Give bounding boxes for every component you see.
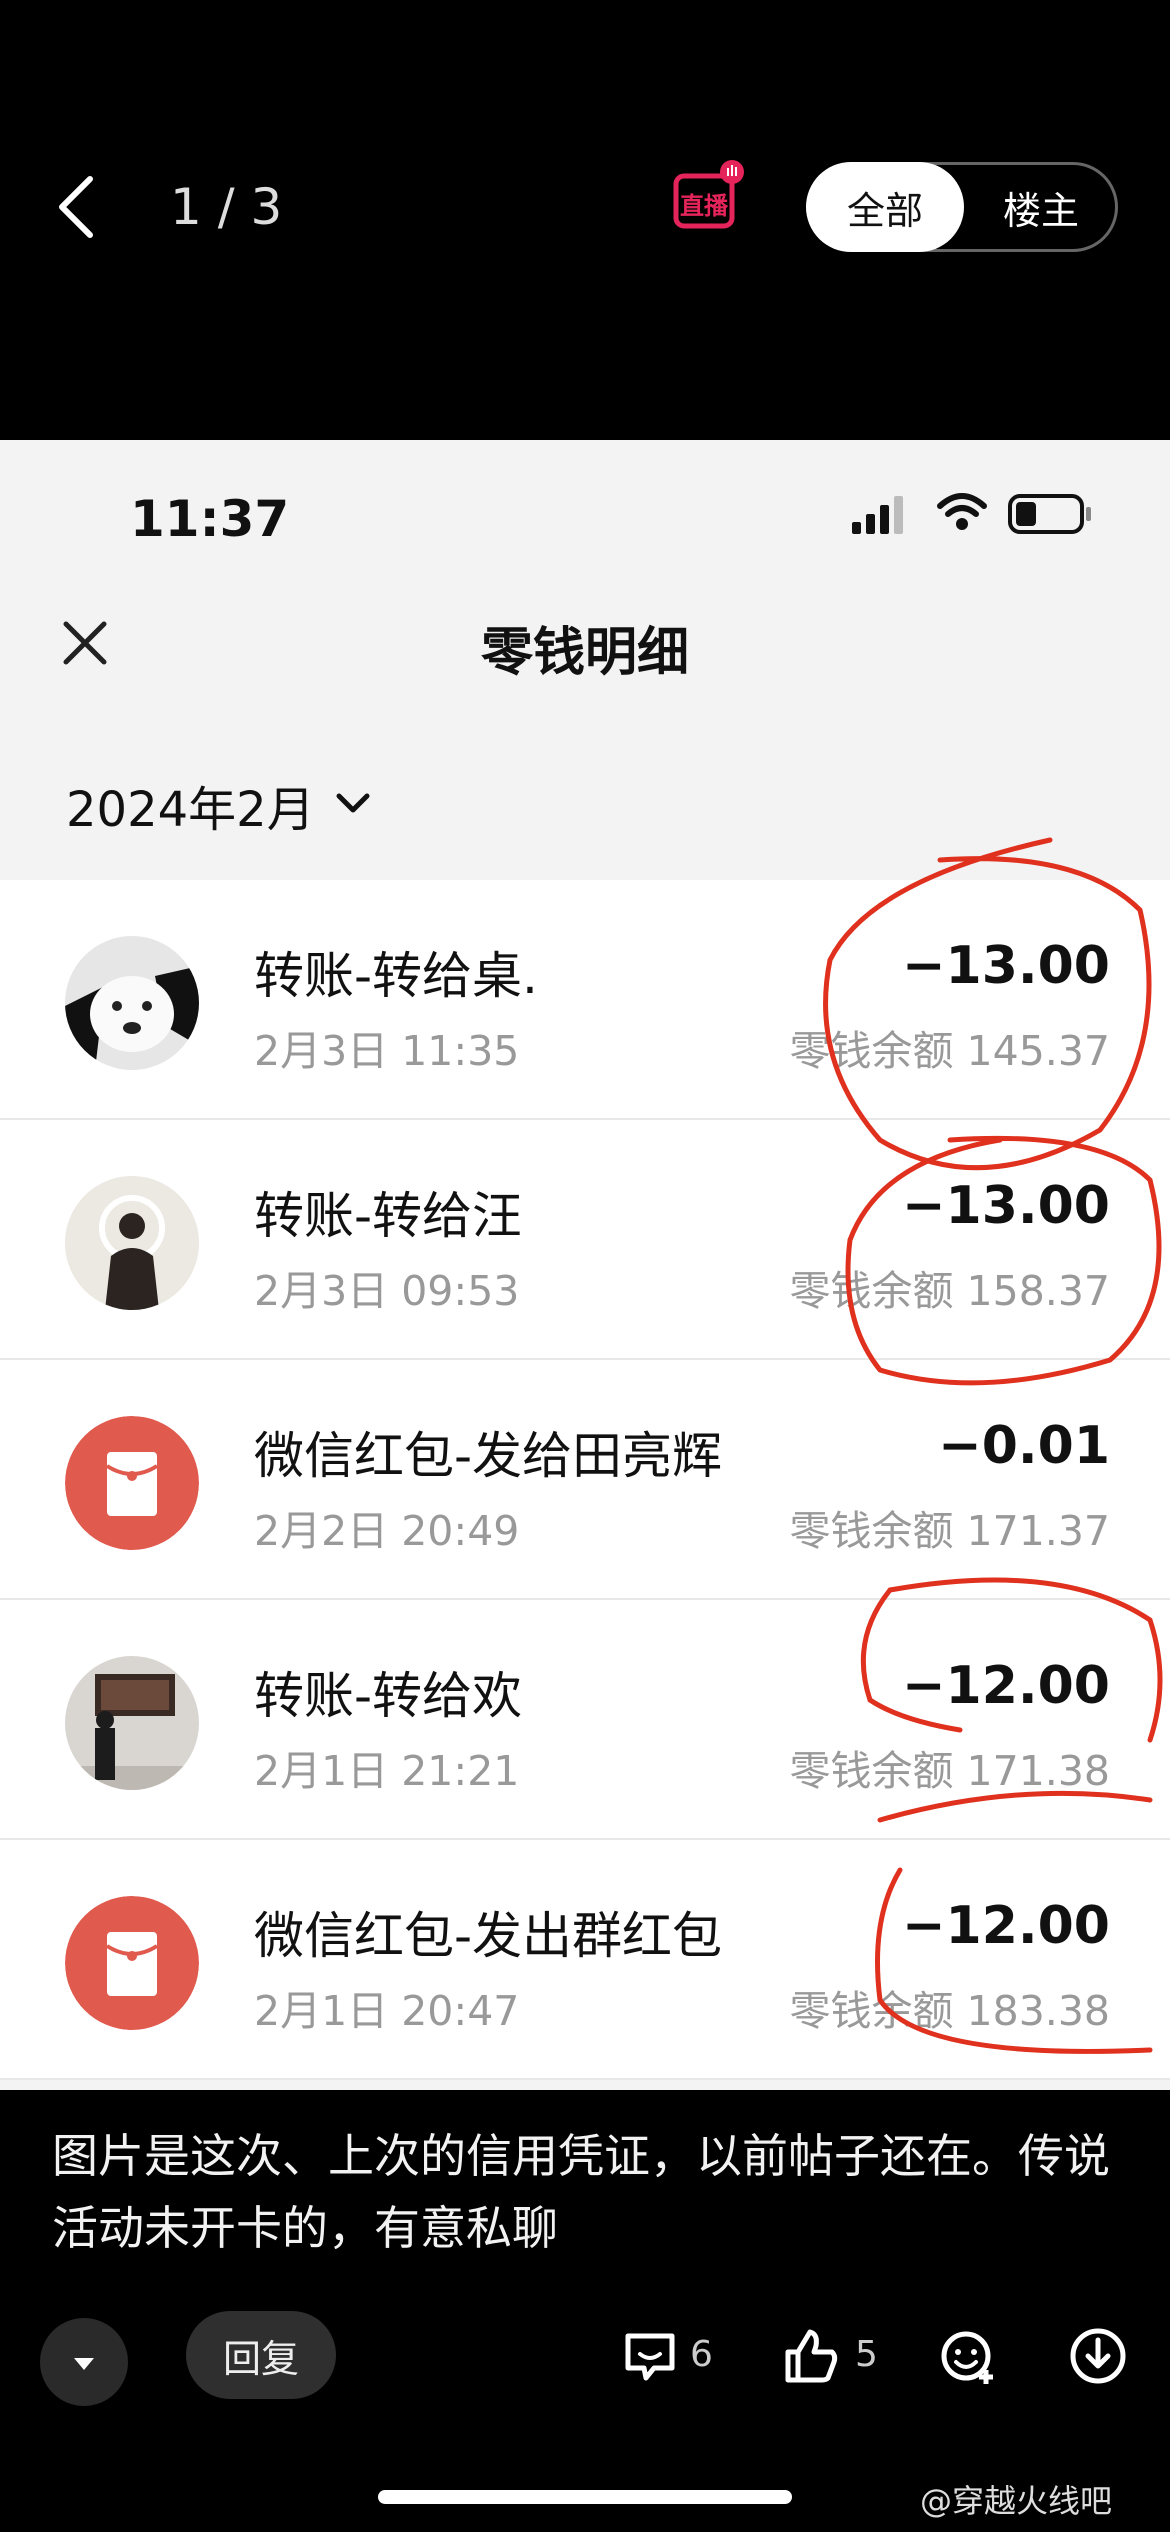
live-icon[interactable]: 直播 xyxy=(670,158,750,238)
post-caption: 图片是这次、上次的信用凭证，以前帖子还在。传说活动未开卡的，有意私聊 xyxy=(52,2129,1110,2255)
back-icon[interactable] xyxy=(56,175,96,239)
download-icon[interactable] xyxy=(1068,2326,1128,2386)
wifi-icon xyxy=(937,493,987,530)
transaction-date: 2月3日 11:35 xyxy=(254,1027,520,1075)
transaction-name: 转账-转给欢 xyxy=(254,1667,523,1725)
chevron-down-icon[interactable] xyxy=(333,788,373,818)
transaction-amount: −0.01 xyxy=(938,1416,1110,1476)
dog-avatar xyxy=(65,936,199,1070)
transaction-row[interactable]: 转账-转给汪 2月3日 09:53 −13.00 零钱余额 158.37 xyxy=(0,1120,1170,1360)
transaction-balance: 零钱余额 183.38 xyxy=(789,1987,1111,2035)
transaction-balance: 零钱余额 145.37 xyxy=(789,1027,1111,1075)
status-time: 11:37 xyxy=(130,490,290,548)
transaction-date: 2月1日 20:47 xyxy=(254,1987,520,2035)
transaction-row[interactable]: 微信红包-发出群红包 2月1日 20:47 −12.00 零钱余额 183.38 xyxy=(0,1840,1170,2080)
red-envelope-icon xyxy=(65,1416,199,1550)
like-count: 5 xyxy=(855,2334,878,2375)
month-selector[interactable]: 2024年2月 xyxy=(66,770,315,840)
transaction-amount: −13.00 xyxy=(901,1176,1110,1236)
reply-button[interactable]: 回复 xyxy=(186,2311,336,2399)
transaction-name: 转账-转给桌. xyxy=(254,947,538,1005)
page-title: 零钱明细 xyxy=(480,623,689,683)
battery-cap xyxy=(1086,507,1091,521)
transaction-balance: 零钱余额 171.37 xyxy=(789,1507,1111,1555)
comment-count: 6 xyxy=(690,2334,713,2375)
transaction-row[interactable]: 转账-转给欢 2月1日 21:21 −12.00 零钱余额 171.38 xyxy=(0,1600,1170,1840)
filter-op-tab[interactable]: 楼主 xyxy=(966,162,1116,252)
watermark: @穿越火线吧 xyxy=(920,2482,1113,2520)
transaction-amount: −13.00 xyxy=(901,936,1110,996)
image-counter: 1 / 3 xyxy=(170,178,283,236)
filter-all-tab[interactable]: 全部 xyxy=(806,162,964,252)
transaction-name: 微信红包-发给田亮辉 xyxy=(254,1427,723,1485)
transaction-row[interactable]: 转账-转给桌. 2月3日 11:35 −13.00 零钱余额 145.37 xyxy=(0,880,1170,1120)
transaction-name: 转账-转给汪 xyxy=(254,1187,523,1245)
transaction-date: 2月1日 21:21 xyxy=(254,1747,520,1795)
post-image[interactable]: 11:37 零钱明细 2024年2月 转账-转给桌. 2月3日 11:35 −1… xyxy=(0,440,1170,2090)
emoji-add-icon[interactable] xyxy=(938,2326,998,2386)
gallery-avatar xyxy=(65,1656,199,1790)
battery-level xyxy=(1016,502,1036,526)
transaction-date: 2月3日 09:53 xyxy=(254,1267,520,1315)
red-envelope-icon xyxy=(65,1896,199,2030)
comment-icon[interactable] xyxy=(620,2326,680,2386)
transaction-row[interactable]: 微信红包-发给田亮辉 2月2日 20:49 −0.01 零钱余额 171.37 xyxy=(0,1360,1170,1600)
live-label: 直播 xyxy=(680,192,728,220)
like-icon[interactable] xyxy=(780,2326,840,2386)
collapse-button[interactable] xyxy=(40,2318,128,2406)
person-avatar xyxy=(65,1176,199,1310)
transaction-list: 转账-转给桌. 2月3日 11:35 −13.00 零钱余额 145.37 转账… xyxy=(0,880,1170,2080)
transaction-name: 微信红包-发出群红包 xyxy=(254,1907,723,1965)
signal-icon xyxy=(852,496,903,534)
transaction-amount: −12.00 xyxy=(901,1896,1110,1956)
transaction-balance: 零钱余额 171.38 xyxy=(789,1747,1111,1795)
transaction-balance: 零钱余额 158.37 xyxy=(789,1267,1111,1315)
home-indicator xyxy=(378,2490,792,2504)
transaction-date: 2月2日 20:49 xyxy=(254,1507,520,1555)
transaction-amount: −12.00 xyxy=(901,1656,1110,1716)
